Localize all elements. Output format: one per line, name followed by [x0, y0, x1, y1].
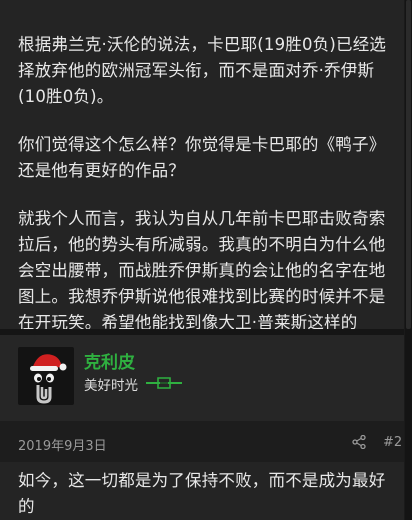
post-date[interactable]: 2019年9月3日 [18, 435, 107, 454]
reply-text: 如今，这一切都是为了保持不败，而不是成为最好的 [18, 471, 386, 516]
green-rank-badge-icon [146, 375, 182, 394]
username[interactable]: 克利皮 [84, 348, 135, 373]
post-paragraph-2: 你们觉得这个怎么样？你觉得是卡巴耶的《鸭子》还是他有更好的作品？ [18, 135, 386, 180]
post-paragraph-1: 根据弗兰克·沃伦的说法，卡巴耶(19胜0负)已经选择放弃他的欧洲冠军头衔，而不是… [18, 35, 387, 106]
post-number[interactable]: #2 [383, 435, 402, 450]
scrollbar-thumb[interactable] [406, 0, 411, 329]
clippy-santa-avatar-icon [30, 354, 67, 404]
share-icon[interactable] [352, 434, 366, 453]
reply-user-card: 克利皮 美好时光 [0, 335, 404, 421]
avatar[interactable] [18, 347, 74, 405]
user-title: 美好时光 [84, 378, 138, 394]
reply-body: 如今，这一切都是为了保持不败，而不是成为最好的 [0, 462, 404, 520]
original-post-body: 根据弗兰克·沃伦的说法，卡巴耶(19胜0负)已经选择放弃他的欧洲冠军头衔，而不是… [0, 0, 404, 358]
post-meta-bar: 2019年9月3日 #2 [0, 421, 404, 462]
